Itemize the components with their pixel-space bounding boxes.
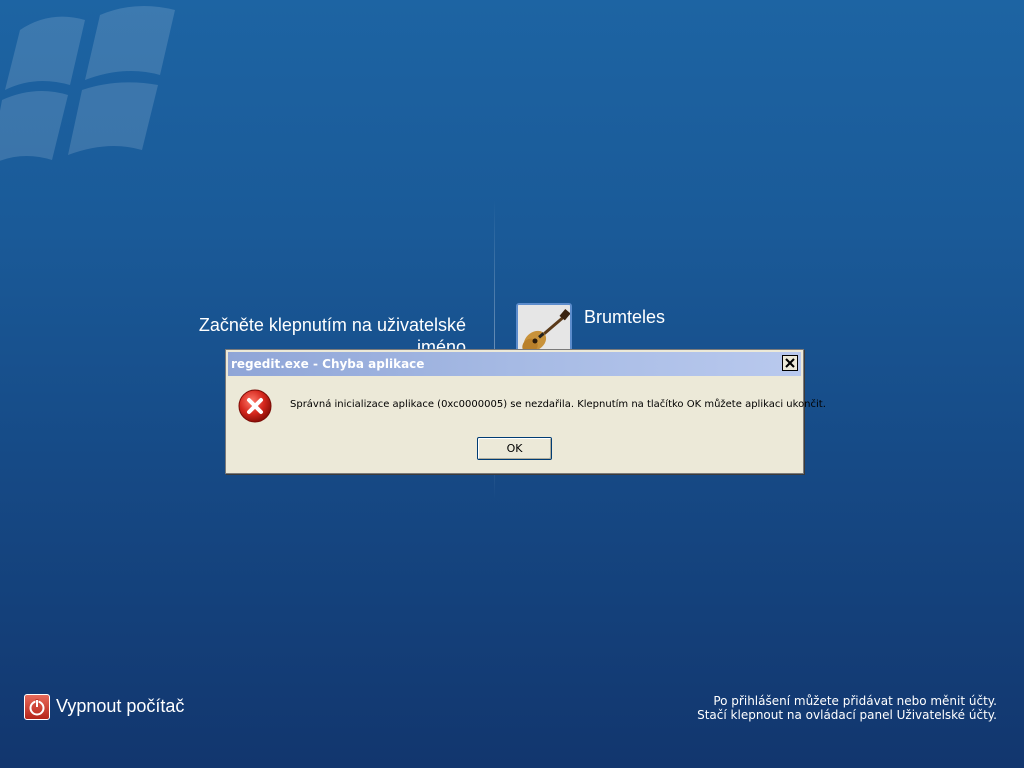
power-icon	[29, 699, 45, 716]
account-info-text: Po přihlášení můžete přidávat nebo měnit…	[697, 694, 997, 722]
error-icon	[238, 389, 272, 423]
dialog-titlebar[interactable]: regedit.exe - Chyba aplikace	[228, 352, 801, 376]
error-message: Správná inicializace aplikace (0xc000000…	[290, 399, 826, 410]
shutdown-label[interactable]: Vypnout počítač	[56, 696, 184, 717]
windows-logo-watermark	[0, 6, 175, 161]
close-button[interactable]	[782, 355, 798, 371]
user-name[interactable]: Brumteles	[584, 307, 665, 328]
power-button[interactable]	[24, 694, 50, 720]
dialog-title: regedit.exe - Chyba aplikace	[231, 357, 425, 371]
ok-button[interactable]: OK	[477, 437, 552, 460]
info-line-2: Stačí klepnout na ovládací panel Uživate…	[697, 708, 997, 722]
info-line-1: Po přihlášení můžete přidávat nebo měnit…	[713, 694, 997, 708]
close-icon	[785, 358, 795, 368]
error-dialog: regedit.exe - Chyba aplikace Správná ini…	[225, 349, 826, 474]
